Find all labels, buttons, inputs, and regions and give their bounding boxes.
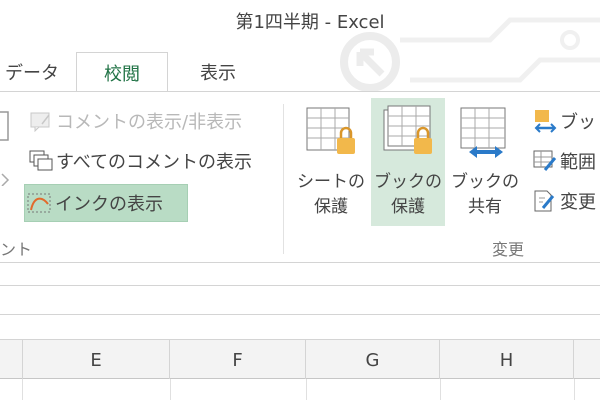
protect-workbook-button[interactable]: ブックの 保護 (371, 98, 445, 226)
column-header-f[interactable]: F (170, 340, 306, 380)
share-workbook-button[interactable]: ブックの 共有 (448, 98, 522, 226)
allow-edit-ranges-label: 範囲 (560, 152, 596, 173)
show-ink-button[interactable]: インクの表示 (24, 184, 188, 222)
column-headers: E F G H (0, 339, 600, 380)
share-workbook-icon (455, 104, 515, 164)
protect-sheet-label-2: 保護 (314, 197, 348, 217)
all-comments-icon (26, 149, 56, 173)
show-ink-label: インクの表示 (55, 194, 163, 215)
show-hide-comment-label: コメントの表示/非表示 (56, 112, 243, 133)
range-icon (530, 148, 560, 174)
protect-sheet-icon (301, 104, 361, 164)
protect-share-workbook-button[interactable]: ブッ (530, 106, 596, 136)
share-workbook-label-2: 共有 (468, 197, 502, 217)
group-separator (283, 104, 284, 254)
grid-line (440, 379, 441, 400)
ribbon: コメントの表示/非表示 すべてのコメントの表示 インクの表示 ント シートの 保… (0, 91, 600, 263)
tab-data[interactable]: データ (0, 52, 64, 92)
comment-icon (26, 109, 56, 133)
cell-grid[interactable] (0, 379, 600, 400)
protect-workbook-label-2: 保護 (391, 197, 425, 217)
window-title: 第1四半期 - Excel (235, 12, 385, 33)
formula-bar-area (0, 263, 600, 339)
title-bar: 第1四半期 - Excel (0, 0, 600, 92)
show-all-comments-button[interactable]: すべてのコメントの表示 (26, 146, 276, 176)
tab-view[interactable]: 表示 (170, 52, 266, 92)
grid-line (22, 379, 23, 400)
track-changes-icon (530, 188, 560, 214)
column-header-next[interactable] (574, 340, 600, 380)
column-header-g[interactable]: G (306, 340, 440, 380)
share-workbook-label-1: ブックの (451, 172, 519, 192)
allow-edit-ranges-button[interactable]: 範囲 (530, 146, 596, 176)
grid-line (306, 379, 307, 400)
protect-share-workbook-label: ブッ (560, 112, 596, 133)
ink-icon (25, 191, 55, 215)
show-hide-comment-button[interactable]: コメントの表示/非表示 (26, 106, 276, 136)
track-changes-label: 変更 (560, 192, 596, 213)
show-all-comments-label: すべてのコメントの表示 (56, 152, 253, 173)
formula-input[interactable] (0, 285, 600, 315)
track-changes-button[interactable]: 変更 (530, 186, 596, 216)
comments-group-label: ント (0, 240, 33, 259)
grid-line (574, 379, 575, 400)
tab-review[interactable]: 校閲 (76, 52, 168, 92)
column-header-h[interactable]: H (440, 340, 574, 380)
protect-sheet-button[interactable]: シートの 保護 (294, 98, 368, 226)
protect-workbook-label-1: ブックの (374, 172, 442, 192)
ribbon-tabs: データ 校閲 表示 (0, 44, 600, 92)
allow-edit-icon (530, 108, 560, 134)
column-header-e[interactable]: E (22, 340, 170, 380)
protect-sheet-label-1: シートの (297, 172, 365, 192)
new-comment-icon[interactable] (0, 106, 12, 186)
grid-line (170, 379, 171, 400)
protect-workbook-icon (378, 104, 438, 164)
changes-group-label: 変更 (492, 240, 525, 259)
